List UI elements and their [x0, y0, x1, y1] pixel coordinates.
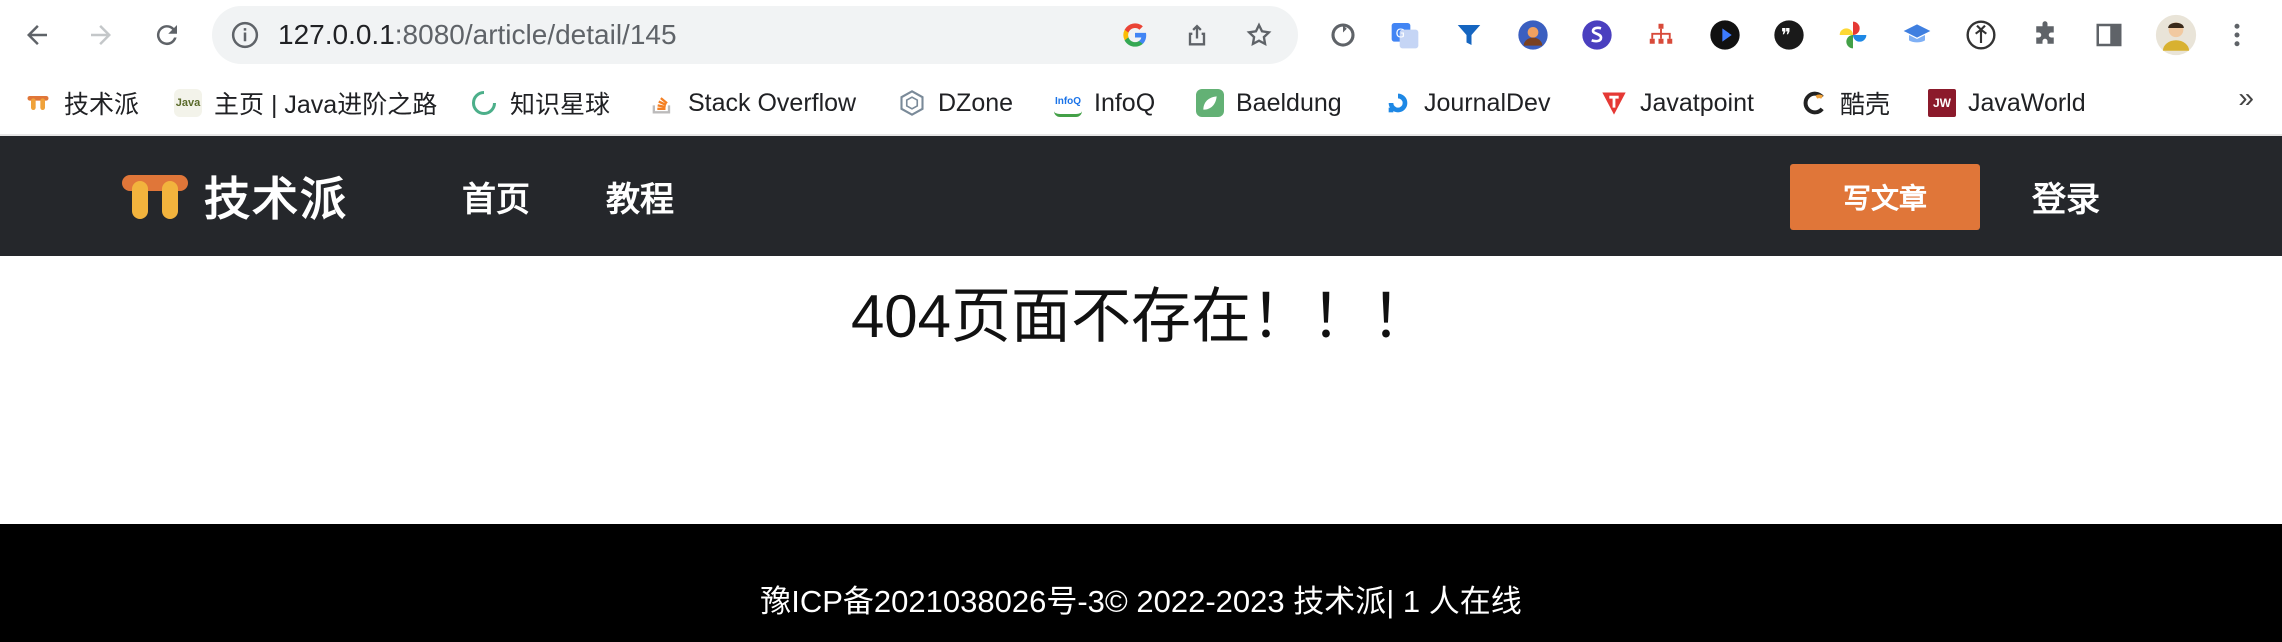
- translate-extension-icon[interactable]: G: [1386, 16, 1424, 54]
- bookmark-label: 主页 | Java进阶之路: [214, 91, 438, 119]
- svg-text:G: G: [1396, 27, 1405, 41]
- dzone-icon: [898, 89, 926, 117]
- bookmark-dzone[interactable]: DZone: [898, 84, 1013, 122]
- svg-text:❞: ❞: [1781, 26, 1791, 47]
- avatar-extension-icon[interactable]: [1514, 16, 1552, 54]
- error-message: 404页面不存在！！！: [850, 283, 1432, 350]
- bookmark-coolshell[interactable]: 酷壳: [1800, 84, 1890, 122]
- bookmark-label: 技术派: [64, 91, 140, 119]
- url-path: :8080/article/detail/145: [394, 19, 677, 50]
- play-extension-icon[interactable]: [1706, 16, 1744, 54]
- bookmark-label: DZone: [938, 88, 1014, 117]
- coolshell-icon: [1800, 89, 1828, 117]
- bookmark-javaworld[interactable]: JW JavaWorld: [1928, 84, 2086, 122]
- url-text[interactable]: 127.0.0.1:8080/article/detail/145: [278, 20, 677, 50]
- bookmarks-bar: 技术派 Java 主页 | Java进阶之路 知识星球 Stack Overfl…: [0, 70, 2282, 136]
- forward-arrow-icon: [91, 25, 111, 45]
- graduation-extension-icon[interactable]: [1898, 16, 1936, 54]
- bookmark-infoq[interactable]: InfoQ InfoQ: [1054, 84, 1155, 122]
- nav-tutorial[interactable]: 教程: [606, 172, 674, 221]
- planet-icon: [470, 89, 498, 117]
- extensions-puzzle-icon[interactable]: [2026, 16, 2064, 54]
- javatpoint-icon: [1600, 89, 1628, 117]
- journaldev-icon: [1384, 89, 1412, 117]
- nav-home[interactable]: 首页: [462, 172, 530, 221]
- pinwheel-extension-icon[interactable]: [1834, 16, 1872, 54]
- browser-toolbar: 127.0.0.1:8080/article/detail/145 G ❞: [0, 0, 2282, 70]
- bookmark-java-path[interactable]: Java 主页 | Java进阶之路: [174, 84, 437, 122]
- bookmark-label: Stack Overflow: [688, 88, 857, 117]
- google-translate-icon[interactable]: [1118, 18, 1152, 52]
- main-content: 404页面不存在！！！: [0, 256, 2282, 524]
- bookmark-label: JavaWorld: [1968, 88, 2086, 117]
- bookmark-journaldev[interactable]: JournalDev: [1384, 84, 1550, 122]
- bookmark-label: 知识星球: [510, 91, 611, 119]
- funnel-extension-icon[interactable]: [1450, 16, 1488, 54]
- tech-pai-icon: [24, 89, 52, 117]
- bookmark-stackoverflow[interactable]: Stack Overflow: [648, 84, 856, 122]
- bookmark-label: JournalDev: [1424, 88, 1551, 117]
- stackoverflow-icon: [648, 89, 676, 117]
- forward-button[interactable]: [80, 14, 122, 56]
- url-host: 127.0.0.1: [278, 19, 395, 50]
- share-icon[interactable]: [1180, 18, 1214, 52]
- login-link[interactable]: 登录: [2032, 172, 2100, 221]
- profile-avatar[interactable]: [2154, 13, 2198, 57]
- bookmarks-overflow-chevron-icon[interactable]: »: [2238, 82, 2254, 114]
- bookmark-zsxq[interactable]: 知识星球: [470, 84, 610, 122]
- back-arrow-icon: [27, 25, 47, 45]
- javaworld-icon: JW: [1928, 89, 1956, 117]
- bookmark-label: Javatpoint: [1640, 88, 1754, 117]
- quote-extension-icon[interactable]: ❞: [1770, 16, 1808, 54]
- side-panel-icon[interactable]: [2090, 16, 2128, 54]
- site-header: 技术派 首页 教程 写文章 登录: [0, 136, 2282, 256]
- baeldung-icon: [1196, 89, 1224, 117]
- reload-button[interactable]: [146, 14, 188, 56]
- s-extension-icon[interactable]: [1578, 16, 1616, 54]
- java-icon: Java: [174, 89, 202, 117]
- bookmark-star-icon[interactable]: [1242, 18, 1276, 52]
- site-logo[interactable]: 技术派: [120, 166, 348, 226]
- footer-text: 豫ICP备2021038026号-3© 2022-2023 技术派| 1 人在线: [760, 584, 1522, 619]
- browser-menu-icon[interactable]: [2218, 16, 2256, 54]
- infoq-icon: InfoQ: [1054, 89, 1082, 117]
- sync-extension-icon[interactable]: [1324, 16, 1362, 54]
- back-button[interactable]: [16, 14, 58, 56]
- bookmark-label: 酷壳: [1840, 91, 1891, 119]
- logo-text: 技术派: [204, 173, 348, 225]
- reload-icon: [156, 25, 177, 46]
- bookmark-tech-pai[interactable]: 技术派: [24, 84, 139, 122]
- write-article-button[interactable]: 写文章: [1790, 164, 1980, 230]
- tech-pai-logo-icon: [122, 175, 188, 219]
- sitemap-extension-icon[interactable]: [1642, 16, 1680, 54]
- bookmark-javatpoint[interactable]: Javatpoint: [1600, 84, 1754, 122]
- site-info-icon[interactable]: [230, 20, 260, 55]
- bookmark-label: Baeldung: [1236, 88, 1342, 117]
- bookmark-label: InfoQ: [1094, 88, 1156, 117]
- bookmark-baeldung[interactable]: Baeldung: [1196, 84, 1342, 122]
- site-footer: 豫ICP备2021038026号-3© 2022-2023 技术派| 1 人在线: [0, 524, 2282, 642]
- palm-extension-icon[interactable]: [1962, 16, 2000, 54]
- address-bar[interactable]: 127.0.0.1:8080/article/detail/145: [212, 6, 1298, 64]
